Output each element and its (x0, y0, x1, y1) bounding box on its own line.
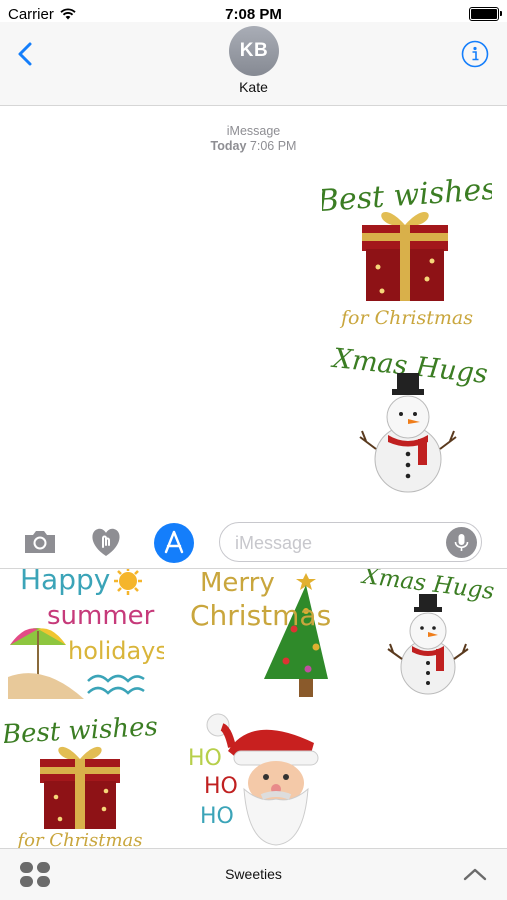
sticker-text-ho-3: HO (200, 804, 234, 829)
chevron-left-icon[interactable] (12, 36, 40, 72)
sticker-text-line1: Best wishes (322, 172, 492, 220)
waves-icon (87, 674, 145, 695)
sticker-text-ho-1: HO (188, 746, 222, 771)
contact-avatar[interactable]: KB (229, 26, 279, 76)
message-placeholder: iMessage (235, 533, 313, 553)
status-time: 7:08 PM (225, 5, 282, 23)
app-name: Sweeties (225, 866, 282, 882)
battery-icon (469, 7, 502, 21)
info-icon[interactable] (461, 40, 489, 68)
sticker-text-ho-2: HO (204, 774, 238, 799)
snowman-icon (387, 594, 469, 695)
sticker-happy-summer[interactable]: Happy summer holidays (4, 569, 168, 704)
sticker-ho-ho-ho[interactable]: HO HO HO (182, 709, 332, 848)
sticker-text-line1: Best wishes (4, 712, 159, 750)
gift-box-icon (40, 746, 120, 829)
contact-name[interactable]: Kate (0, 79, 507, 95)
sent-sticker-xmas-hugs[interactable]: Xmas Hugs (328, 339, 493, 499)
sticker-text-line2: for Christmas (15, 830, 142, 848)
compose-bar: iMessage (0, 520, 507, 568)
message-input[interactable]: iMessage (219, 522, 482, 562)
date-label: Today (210, 139, 247, 153)
app-store-icon[interactable] (153, 522, 195, 564)
sticker-drawer[interactable]: Happy summer holidays Merry Christmas Xm… (0, 568, 507, 848)
battery-level (471, 9, 497, 19)
sticker-text-summer: summer (47, 601, 155, 631)
time-label: 7:06 PM (249, 139, 297, 153)
sent-sticker-best-wishes[interactable]: Best wishes for Christmas (315, 169, 498, 329)
sticker-best-wishes[interactable]: Best wishes for Christmas (0, 709, 164, 848)
sticker-text-christmas: Christmas (190, 599, 331, 632)
app-drawer-bar: Sweeties (0, 848, 507, 900)
camera-icon[interactable] (22, 528, 58, 556)
sticker-merry-christmas[interactable]: Merry Christmas (176, 569, 336, 704)
sticker-text-merry: Merry (200, 569, 275, 598)
heart-touch-icon[interactable] (87, 525, 125, 559)
sticker-text-holidays: holidays (68, 637, 164, 665)
sticker-text-happy: Happy (20, 569, 110, 596)
gift-box-icon (362, 211, 448, 301)
sticker-text-line2: for Christmas (339, 307, 473, 329)
chevron-up-icon[interactable] (461, 863, 489, 885)
service-label: iMessage (226, 124, 281, 138)
message-timestamp: iMessage Today 7:06 PM (0, 124, 507, 154)
sun-icon (114, 569, 142, 595)
microphone-icon[interactable] (446, 527, 477, 558)
conversation-view[interactable]: iMessage Today 7:06 PM Best wishes for C… (0, 107, 507, 520)
sticker-xmas-hugs[interactable]: Xmas Hugs (352, 569, 504, 704)
conversation-header: KB Kate (0, 22, 507, 106)
snowman-icon (359, 373, 457, 493)
